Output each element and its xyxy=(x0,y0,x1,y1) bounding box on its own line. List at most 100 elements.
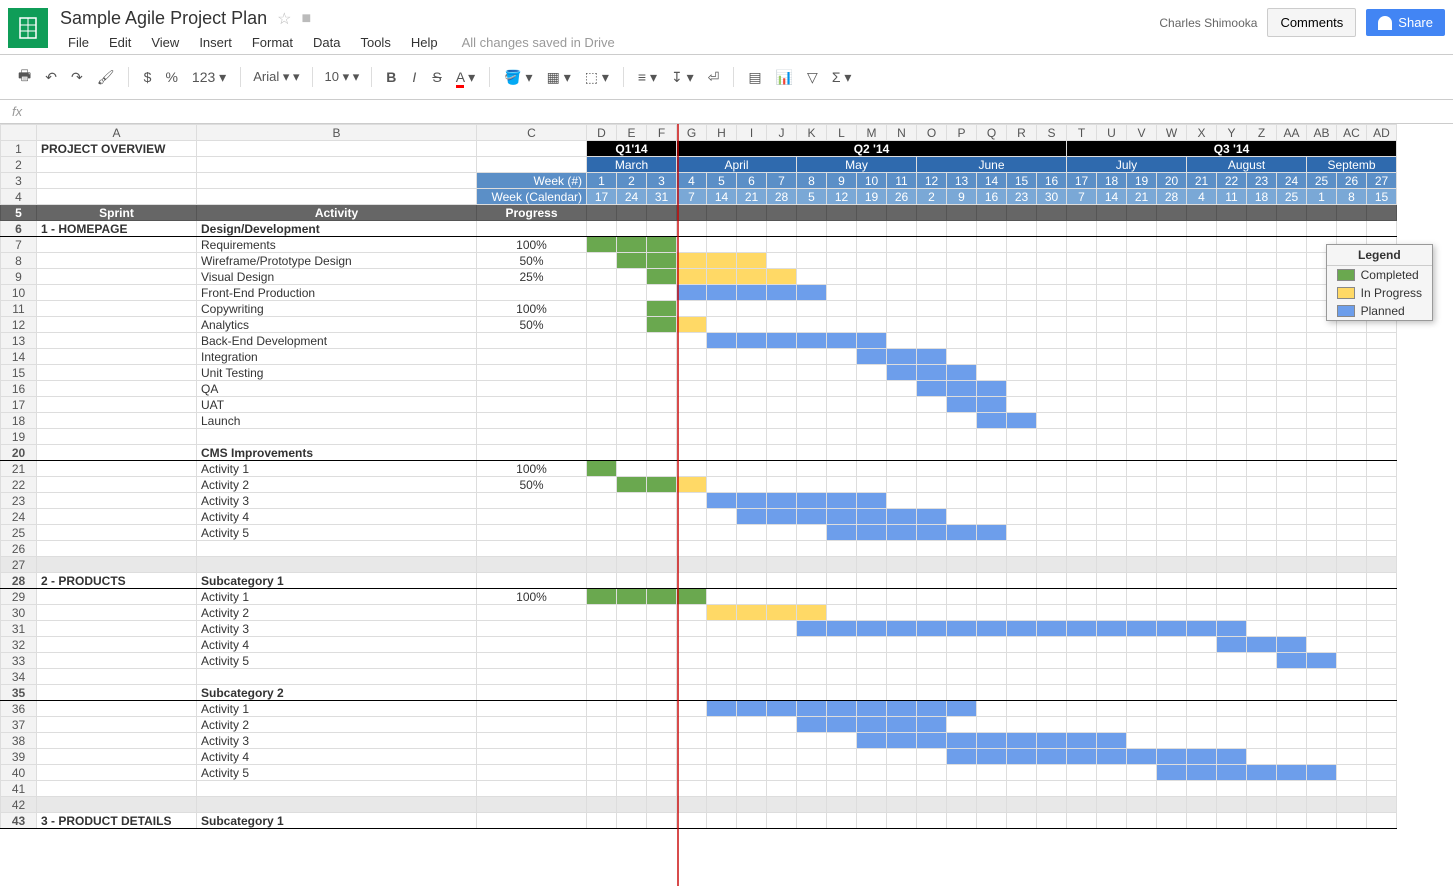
gantt-cell[interactable] xyxy=(587,605,617,621)
gantt-cell[interactable] xyxy=(917,317,947,333)
week-calendar[interactable]: 8 xyxy=(1337,189,1367,205)
week-calendar[interactable]: 5 xyxy=(797,189,827,205)
row-header[interactable]: 5 xyxy=(1,205,37,221)
gantt-cell[interactable] xyxy=(767,333,797,349)
gantt-cell[interactable] xyxy=(647,269,677,285)
activity-cell[interactable]: Subcategory 2 xyxy=(197,685,477,701)
gantt-cell[interactable] xyxy=(827,221,857,237)
sprint-cell[interactable] xyxy=(37,669,197,685)
gantt-cell[interactable] xyxy=(1097,221,1127,237)
gantt-cell[interactable] xyxy=(857,509,887,525)
gantt-cell[interactable] xyxy=(707,301,737,317)
gantt-cell[interactable] xyxy=(977,813,1007,829)
gantt-cell[interactable] xyxy=(917,797,947,813)
col-header[interactable]: AA xyxy=(1277,125,1307,141)
gantt-cell[interactable] xyxy=(797,813,827,829)
gantt-cell[interactable] xyxy=(617,573,647,589)
sprint-cell[interactable] xyxy=(37,413,197,429)
week-calendar[interactable]: 7 xyxy=(1067,189,1097,205)
gantt-cell[interactable] xyxy=(797,365,827,381)
gantt-cell[interactable] xyxy=(1187,285,1217,301)
gantt-cell[interactable] xyxy=(917,557,947,573)
gantt-cell[interactable] xyxy=(677,813,707,829)
gantt-cell[interactable] xyxy=(1157,237,1187,253)
gantt-cell[interactable] xyxy=(1037,317,1067,333)
week-calendar[interactable]: 15 xyxy=(1367,189,1397,205)
gantt-cell[interactable] xyxy=(1157,253,1187,269)
gantt-cell[interactable] xyxy=(587,573,617,589)
gantt-cell[interactable] xyxy=(1067,365,1097,381)
sprint-cell[interactable] xyxy=(37,493,197,509)
gantt-cell[interactable] xyxy=(947,685,977,701)
col-header[interactable]: P xyxy=(947,125,977,141)
gantt-cell[interactable] xyxy=(737,749,767,765)
sprint-cell[interactable] xyxy=(37,269,197,285)
gantt-cell[interactable] xyxy=(1217,333,1247,349)
gantt-cell[interactable] xyxy=(1217,493,1247,509)
gantt-cell[interactable] xyxy=(827,333,857,349)
gantt-cell[interactable] xyxy=(1097,573,1127,589)
gantt-cell[interactable] xyxy=(1187,653,1217,669)
gantt-cell[interactable] xyxy=(947,397,977,413)
strike-icon[interactable]: S xyxy=(426,65,447,89)
gantt-cell[interactable] xyxy=(917,509,947,525)
progress-cell[interactable] xyxy=(477,397,587,413)
row-header[interactable]: 30 xyxy=(1,605,37,621)
project-title[interactable]: PROJECT OVERVIEW xyxy=(37,141,197,157)
sprint-cell[interactable] xyxy=(37,365,197,381)
gantt-cell[interactable] xyxy=(1307,381,1337,397)
col-header[interactable]: Z xyxy=(1247,125,1277,141)
row-header[interactable]: 22 xyxy=(1,477,37,493)
gantt-cell[interactable] xyxy=(677,797,707,813)
sprint-cell[interactable] xyxy=(37,525,197,541)
gantt-cell[interactable] xyxy=(917,733,947,749)
gantt-cell[interactable] xyxy=(1337,573,1367,589)
gantt-cell[interactable] xyxy=(887,333,917,349)
gantt-cell[interactable] xyxy=(797,317,827,333)
gantt-cell[interactable] xyxy=(1277,621,1307,637)
gantt-cell[interactable] xyxy=(1097,797,1127,813)
gantt-cell[interactable] xyxy=(767,429,797,445)
week-number[interactable]: 2 xyxy=(617,173,647,189)
gantt-cell[interactable] xyxy=(737,621,767,637)
progress-cell[interactable] xyxy=(477,653,587,669)
gantt-cell[interactable] xyxy=(1067,381,1097,397)
gantt-cell[interactable] xyxy=(1247,429,1277,445)
gantt-cell[interactable] xyxy=(1187,621,1217,637)
row-header[interactable]: 18 xyxy=(1,413,37,429)
col-header[interactable]: J xyxy=(767,125,797,141)
gantt-cell[interactable] xyxy=(1127,381,1157,397)
gantt-cell[interactable] xyxy=(1277,637,1307,653)
gantt-cell[interactable] xyxy=(1187,477,1217,493)
gantt-cell[interactable] xyxy=(737,573,767,589)
gantt-cell[interactable] xyxy=(1067,429,1097,445)
gantt-cell[interactable] xyxy=(887,589,917,605)
gantt-cell[interactable] xyxy=(1037,333,1067,349)
sprint-cell[interactable]: 2 - PRODUCTS xyxy=(37,573,197,589)
gantt-cell[interactable] xyxy=(887,669,917,685)
gantt-cell[interactable] xyxy=(1037,461,1067,477)
gantt-cell[interactable] xyxy=(887,461,917,477)
activity-cell[interactable] xyxy=(197,429,477,445)
gantt-cell[interactable] xyxy=(887,381,917,397)
gantt-cell[interactable] xyxy=(887,365,917,381)
gantt-cell[interactable] xyxy=(647,285,677,301)
gantt-cell[interactable] xyxy=(1367,509,1397,525)
gantt-cell[interactable] xyxy=(827,701,857,717)
gantt-cell[interactable] xyxy=(1217,733,1247,749)
gantt-cell[interactable] xyxy=(977,621,1007,637)
gantt-cell[interactable] xyxy=(1097,365,1127,381)
gantt-cell[interactable] xyxy=(947,221,977,237)
gantt-cell[interactable] xyxy=(947,797,977,813)
gantt-cell[interactable] xyxy=(1037,573,1067,589)
gantt-cell[interactable] xyxy=(857,749,887,765)
gantt-cell[interactable] xyxy=(647,557,677,573)
gantt-cell[interactable] xyxy=(977,397,1007,413)
gantt-cell[interactable] xyxy=(1247,237,1277,253)
sprint-cell[interactable] xyxy=(37,333,197,349)
gantt-cell[interactable] xyxy=(1037,285,1067,301)
gantt-cell[interactable] xyxy=(677,493,707,509)
text-color-icon[interactable]: A ▾ xyxy=(450,65,482,90)
gantt-cell[interactable] xyxy=(587,221,617,237)
gantt-cell[interactable] xyxy=(1187,557,1217,573)
